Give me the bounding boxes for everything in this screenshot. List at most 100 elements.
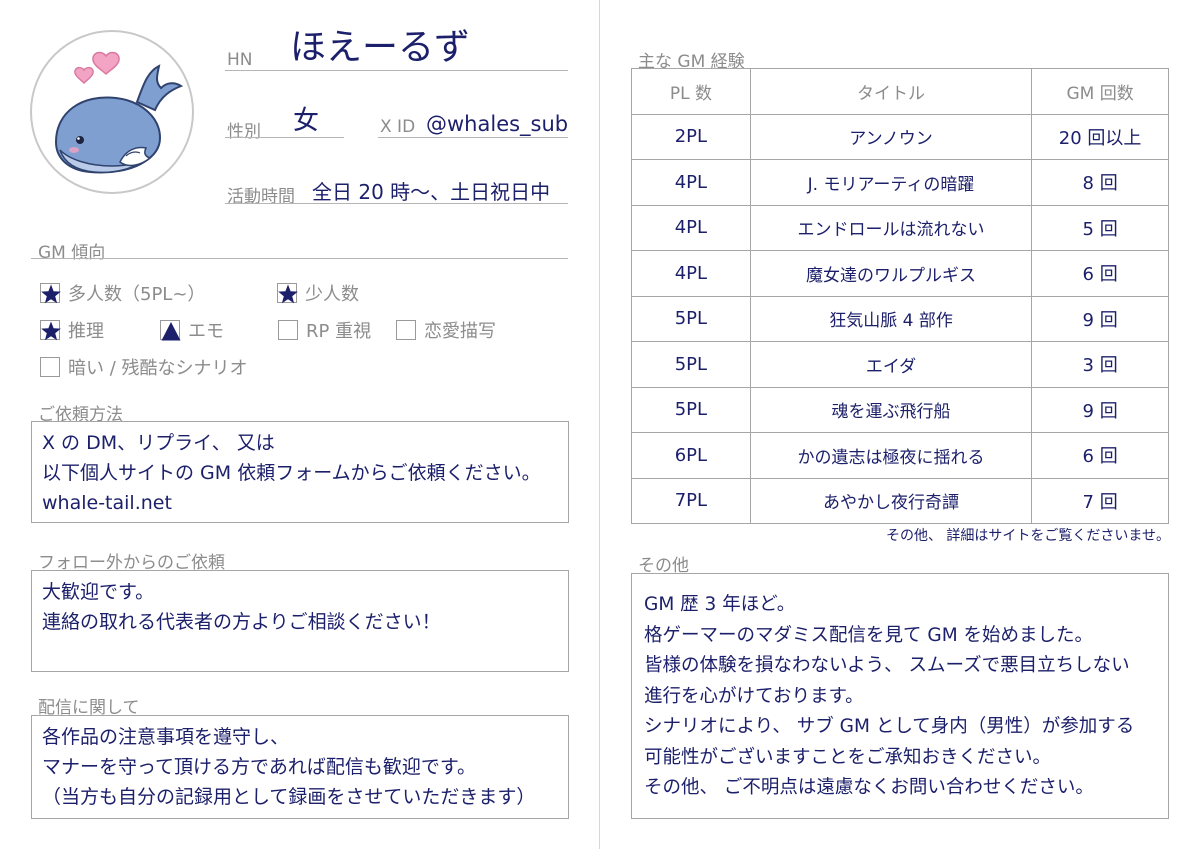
page-divider (599, 0, 600, 849)
table-row: 5PL 魂を運ぶ飛行船 9 回 (631, 386, 1169, 433)
gender-underline (225, 137, 344, 138)
option-label: 少人数 (305, 284, 359, 305)
checkbox-partial (160, 320, 181, 341)
time-underline (225, 203, 568, 204)
follow-box: 大歓迎です。 連絡の取れる代表者の方よりご相談ください！ (31, 570, 569, 672)
pl-cell: 4PL (631, 250, 751, 297)
title-cell: アンノウン (749, 113, 1033, 160)
pl-cell: 7PL (631, 477, 751, 524)
count-cell: 9 回 (1031, 386, 1169, 433)
gender-value: 女 (293, 106, 320, 136)
checkbox-empty (396, 320, 416, 340)
table-row: 4PL 魔女達のワルプルギス 6 回 (631, 250, 1169, 297)
pl-cell: 5PL (631, 341, 751, 388)
request-line: X の DM、リプライ、 又は (42, 432, 275, 454)
checkbox-empty (278, 320, 298, 340)
table-row: 4PL J. モリアーティの暗躍 8 回 (631, 159, 1169, 206)
title-cell: エイダ (749, 341, 1033, 388)
other-line: その他、 ご不明点は遠慮なくお問い合わせください。 (644, 777, 1094, 798)
count-cell: 3 回 (1031, 341, 1169, 388)
column-header: タイトル (749, 68, 1033, 115)
stream-line: 各作品の注意事項を遵守し、 (42, 726, 290, 748)
checkbox-checked (277, 283, 298, 304)
gm-tendency-underline (31, 258, 568, 259)
other-box: GM 歴 3 年ほど。 格ゲーマーのマダミス配信を見て GM を始めました。 皆… (631, 573, 1169, 819)
count-cell: 5 回 (1031, 204, 1169, 251)
experience-note: その他、 詳細はサイトをご覧くださいませ。 (885, 528, 1170, 544)
hn-label: HN (227, 50, 253, 70)
hn-underline (225, 70, 568, 71)
option-romance[interactable]: 恋愛描写 (396, 317, 496, 343)
option-label: RP 重視 (306, 321, 372, 342)
count-cell: 8 回 (1031, 159, 1169, 206)
pl-cell: 2PL (631, 113, 751, 160)
title-cell: J. モリアーティの暗躍 (749, 159, 1033, 206)
pl-cell: 4PL (631, 159, 751, 206)
option-rp-focus[interactable]: RP 重視 (278, 317, 371, 343)
other-line: 進行を心がけております。 (644, 685, 864, 707)
table-row: 7PL あやかし夜行奇譚 7 回 (631, 477, 1169, 524)
other-line: 皆様の体験を損なわないよう、 スムーズで悪目立ちしない (644, 655, 1130, 676)
title-cell: 魔女達のワルプルギス (749, 250, 1033, 297)
option-deduction[interactable]: 推理 (40, 317, 104, 343)
stream-box: 各作品の注意事項を遵守し、 マナーを守って頂ける方であれば配信も歓迎です。 （当… (31, 715, 569, 819)
option-label: 恋愛描写 (424, 321, 496, 342)
pl-cell: 5PL (631, 295, 751, 342)
star-icon (278, 284, 298, 304)
checkbox-checked (40, 320, 61, 341)
option-label: 多人数（5PL~） (68, 284, 206, 305)
follow-line: 連絡の取れる代表者の方よりご相談ください！ (42, 611, 441, 633)
xid-label: X ID (380, 117, 416, 137)
pl-cell: 6PL (631, 432, 751, 479)
option-emotional[interactable]: エモ (160, 317, 224, 343)
title-cell: 狂気山脈 4 部作 (749, 295, 1033, 342)
other-line: GM 歴 3 年ほど。 (644, 594, 796, 615)
count-cell: 7 回 (1031, 477, 1169, 524)
xid-value: @whales_sub (426, 112, 569, 136)
xid-underline (378, 137, 568, 138)
pl-cell: 4PL (631, 204, 751, 251)
pl-cell: 5PL (631, 386, 751, 433)
table-row: 6PL かの遺志は極夜に揺れる 6 回 (631, 432, 1169, 479)
count-cell: 20 回以上 (1031, 113, 1169, 160)
column-header: GM 回数 (1031, 68, 1169, 115)
checkbox-empty (40, 357, 60, 377)
avatar (30, 30, 194, 194)
count-cell: 9 回 (1031, 295, 1169, 342)
table-row: 2PL アンノウン 20 回以上 (631, 113, 1169, 160)
title-cell: あやかし夜行奇譚 (749, 477, 1033, 524)
other-line: 可能性がございますことをご承知おきください。 (644, 746, 1052, 768)
option-label: 推理 (68, 321, 104, 342)
request-box: X の DM、リプライ、 又は 以下個人サイトの GM 依頼フォームからご依頼く… (31, 421, 569, 523)
experience-table: PL 数 タイトル GM 回数 2PL アンノウン 20 回以上 4PL J. モリア… (631, 68, 1169, 524)
option-label: エモ (188, 321, 224, 342)
count-cell: 6 回 (1031, 432, 1169, 479)
gm-tendency-heading: GM 傾向 (38, 243, 106, 263)
count-cell: 6 回 (1031, 250, 1169, 297)
option-many-players[interactable]: 多人数（5PL~） (40, 280, 205, 306)
column-header: PL 数 (631, 68, 751, 115)
option-few-players[interactable]: 少人数 (277, 280, 359, 306)
title-cell: エンドロールは流れない (749, 204, 1033, 251)
request-line: 以下個人サイトの GM 依頼フォームからご依頼ください。 (42, 462, 541, 484)
stream-line: （当方も自分の記録用として録画をさせていただきます） (42, 786, 536, 808)
request-link[interactable]: whale-tail.net (42, 488, 558, 518)
title-cell: 魂を運ぶ飛行船 (749, 386, 1033, 433)
stream-line: マナーを守って頂ける方であれば配信も歓迎です。 (42, 756, 476, 778)
option-dark-scenario[interactable]: 暗い / 残酷なシナリオ (40, 354, 248, 380)
whale-icon (54, 51, 184, 174)
table-header-row: PL 数 タイトル GM 回数 (631, 68, 1169, 115)
gender-label: 性別 (227, 122, 261, 142)
title-cell: かの遺志は極夜に揺れる (749, 432, 1033, 479)
checkbox-checked (40, 283, 61, 304)
table-row: 5PL 狂気山脈 4 部作 9 回 (631, 295, 1169, 342)
other-line: 格ゲーマーのマダミス配信を見て GM を始めました。 (644, 624, 1094, 646)
table-row: 4PL エンドロールは流れない 5 回 (631, 204, 1169, 251)
table-row: 5PL エイダ 3 回 (631, 341, 1169, 388)
star-icon (41, 284, 61, 304)
option-label: 暗い / 残酷なシナリオ (68, 358, 248, 379)
follow-line: 大歓迎です。 (42, 581, 155, 603)
triangle-icon (161, 322, 181, 341)
star-icon (41, 321, 61, 341)
hn-value: ほえーるず (290, 27, 471, 68)
